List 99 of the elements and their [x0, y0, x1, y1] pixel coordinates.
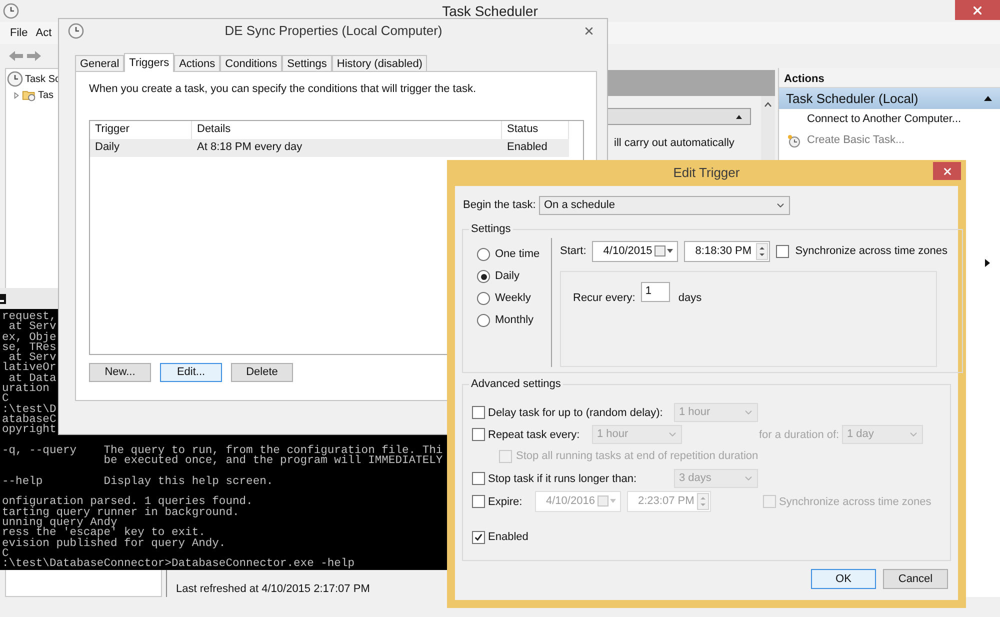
status-text: Last refreshed at 4/10/2015 2:17:07 PM: [176, 582, 370, 596]
dialog-button[interactable]: OK: [811, 569, 876, 589]
folder-icon: [22, 88, 36, 102]
console-line: :\test\DatabaseConnector>DatabaseConnector.exe -help: [1, 559, 355, 570]
console-line: C: [1, 394, 9, 405]
scroll-up-icon: [764, 102, 772, 107]
window-title: Task Scheduler: [441, 2, 539, 20]
checkbox[interactable]: [472, 530, 485, 544]
console-icon: [0, 294, 6, 304]
collapse-icon: [736, 114, 742, 118]
group-label: Settings: [470, 222, 512, 237]
option-label: Expire:: [488, 496, 522, 508]
radio-button[interactable]: [477, 270, 490, 283]
pane-title: Actions: [779, 68, 1000, 88]
start-time-field[interactable]: 8:18:30 PM: [684, 240, 770, 262]
begin-task-dropdown[interactable]: On a schedule: [539, 196, 790, 215]
dialog-button[interactable]: New...: [89, 362, 151, 382]
clock-icon: [68, 23, 84, 39]
dialog-button[interactable]: Edit...: [160, 362, 222, 382]
console-line: at Data: [8, 374, 56, 384]
dialog-button[interactable]: Delete: [231, 362, 293, 382]
intro-text: When you create a task, you can specify the conditions that will trigger the task.: [89, 82, 478, 97]
group-label: Advanced settings: [470, 377, 562, 392]
action-group-header[interactable]: Task Scheduler (Local): [779, 88, 1000, 109]
close-button[interactable]: [933, 162, 961, 180]
option-label: Enabled: [488, 530, 528, 545]
console-line: at Serv: [8, 322, 56, 333]
console-line: be executed once, and the program will IMMEDIATELY: [102, 456, 443, 466]
task-icon: [787, 134, 801, 148]
checkbox[interactable]: [472, 428, 485, 440]
recur-field[interactable]: 1: [641, 282, 670, 302]
field-label: Recur every:: [573, 292, 636, 304]
close-icon: [971, 4, 984, 16]
console-line: :\test\D: [1, 404, 56, 415]
spinner-icon: [756, 242, 768, 260]
console-line: tarting query runner in background.: [1, 508, 240, 518]
table-cell-text: Enabled: [506, 140, 548, 156]
radio-button[interactable]: [477, 248, 490, 261]
option-label: Weekly: [495, 291, 531, 306]
console-line: --help Display this help screen.: [1, 476, 274, 488]
console-line: lativeOr: [1, 363, 56, 374]
radio-button[interactable]: [477, 292, 490, 305]
field-label: Begin the task:: [462, 198, 537, 214]
option-label: Monthly: [495, 313, 534, 328]
console-line: ex, Obje: [1, 332, 56, 343]
unit-label: days: [678, 292, 702, 304]
action-link[interactable]: Connect to Another Computer...: [807, 111, 962, 128]
tab[interactable]: General: [75, 55, 124, 71]
console-line: ress the 'escape' key to exit.: [1, 528, 206, 539]
checkbox[interactable]: [472, 406, 485, 418]
checkbox[interactable]: [763, 494, 776, 508]
close-button[interactable]: [955, 0, 1000, 20]
option-label: Daily: [495, 269, 520, 284]
collapse-icon: [984, 96, 992, 101]
tab[interactable]: Triggers: [124, 53, 174, 72]
option-label: Repeat task every:: [488, 429, 580, 441]
tab[interactable]: Settings: [282, 55, 332, 71]
option-label: Synchronize across time zones: [795, 244, 948, 259]
console-line: onfiguration parsed. 1 queries found.: [1, 497, 253, 508]
description-text: ill carry out automatically: [614, 136, 734, 151]
spinner-icon: [697, 492, 709, 510]
radio-button[interactable]: [477, 314, 490, 327]
checkbox[interactable]: [472, 472, 485, 484]
option-label: Delay task for up to (random delay):: [488, 407, 663, 419]
console-line: evision published for query Andy.: [1, 538, 226, 549]
table-row[interactable]: Daily At 8:18 PM every day Enabled: [90, 138, 569, 156]
checkbox[interactable]: [776, 244, 790, 258]
console-line: request,: [1, 312, 56, 322]
menu-item[interactable]: Act: [36, 24, 52, 42]
dialog-button[interactable]: Cancel: [883, 569, 948, 589]
option-label: for a duration of:: [759, 429, 840, 441]
console-line: opyright: [1, 425, 56, 436]
calendar-icon: [654, 245, 674, 257]
start-date-field[interactable]: 4/10/2015: [592, 240, 678, 262]
option-label: One time: [495, 247, 540, 262]
checkbox[interactable]: [472, 494, 485, 508]
table-cell-text: At 8:18 PM every day: [196, 140, 304, 156]
table-cell-text: Daily: [94, 140, 120, 156]
checkbox[interactable]: [499, 450, 512, 462]
tab[interactable]: Actions: [174, 55, 220, 71]
tab[interactable]: History (disabled): [332, 55, 428, 71]
dialog-title: Edit Trigger: [673, 164, 740, 182]
calendar-icon: [597, 495, 617, 507]
tree-item[interactable]: Tas: [38, 88, 54, 102]
console-line: se, TRes: [1, 342, 56, 354]
option-label: Stop all running tasks at end of repetition duration: [516, 448, 758, 464]
tab[interactable]: Conditions: [220, 55, 282, 71]
option-label: Stop task if it runs longer than:: [488, 473, 637, 485]
console-line: uration: [1, 384, 50, 394]
field-label: Start:: [560, 244, 586, 259]
clock-icon: [3, 3, 19, 19]
option-label: Synchronize across time zones: [779, 496, 932, 508]
collapsed-arrow-icon[interactable]: [13, 92, 20, 98]
close-icon: [942, 166, 952, 176]
menu-item[interactable]: File: [10, 24, 28, 42]
close-icon[interactable]: [583, 25, 595, 37]
dialog-title: DE Sync Properties (Local Computer): [224, 22, 444, 40]
submenu-arrow-icon[interactable]: [985, 259, 990, 267]
console-line: C: [1, 548, 9, 560]
